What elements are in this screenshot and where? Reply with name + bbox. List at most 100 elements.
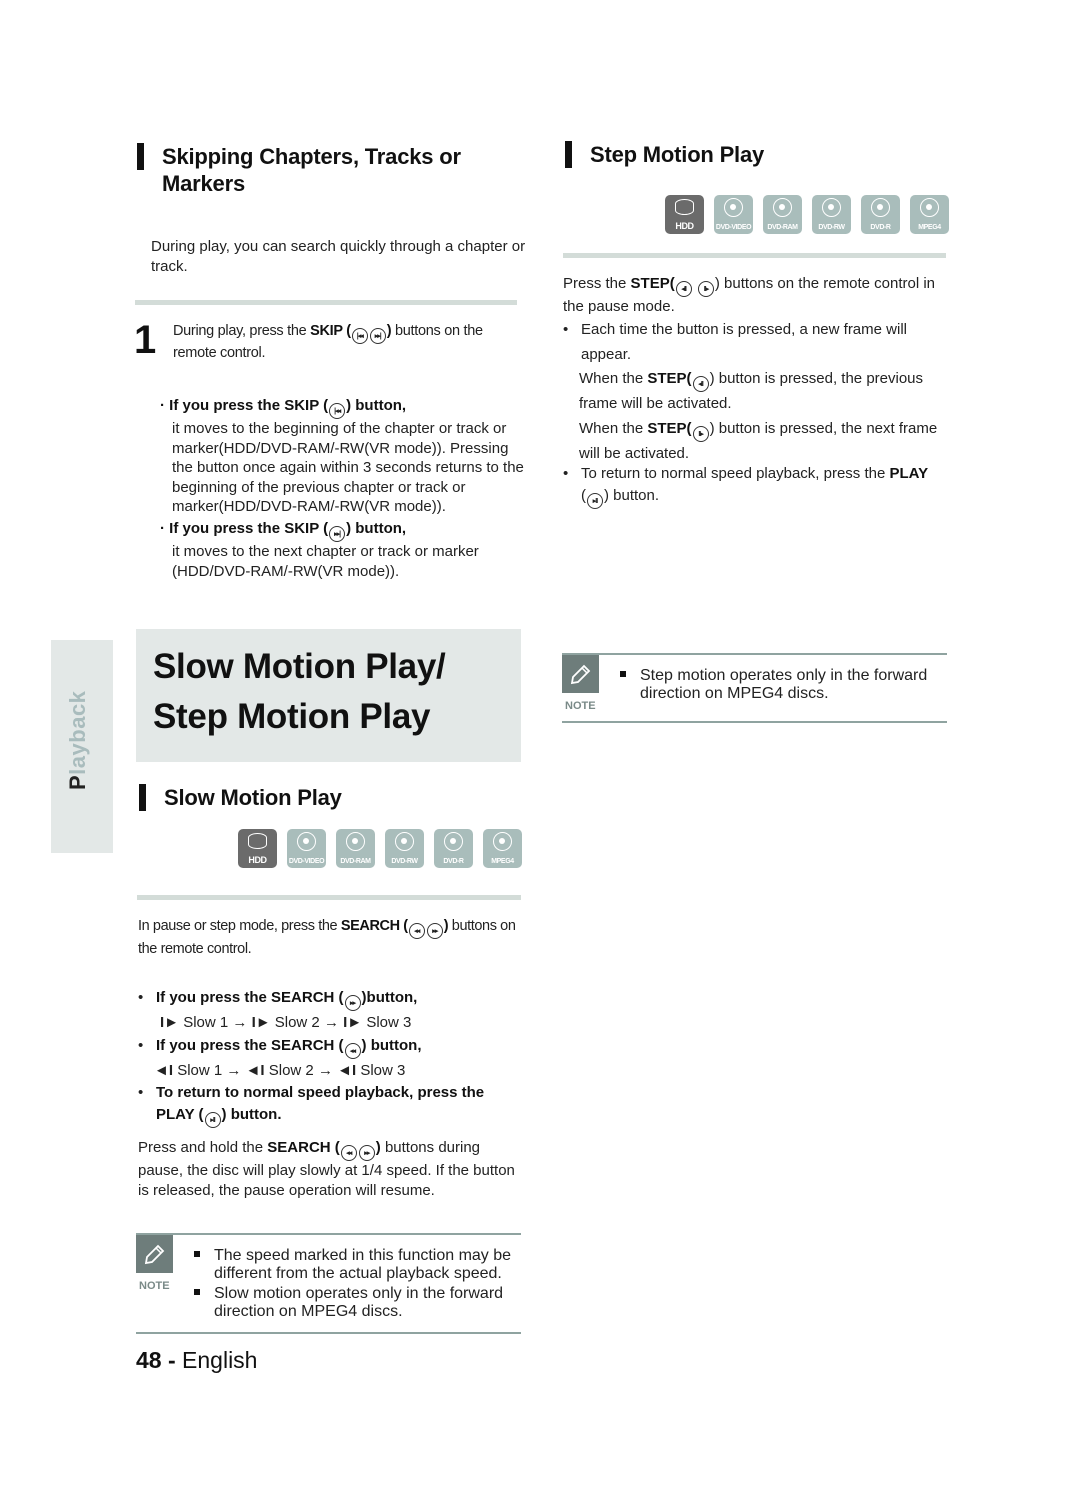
slow-section-header: Slow Motion Play	[139, 784, 342, 811]
bullet-dot: •	[563, 465, 569, 482]
note-item: Slow motion operates only in the forward…	[194, 1285, 534, 1321]
skip-bullet-1: · If you press the SKIP (|◂◂) button, it…	[160, 397, 524, 515]
slow-reverse-icon: ◄I	[154, 1062, 174, 1079]
disc-badge-label: DVD-RW	[818, 224, 845, 231]
bullet-dot: •	[563, 321, 569, 338]
search-forward-icon: ▸▸	[426, 923, 443, 939]
disc-badge-hdd: HDD	[665, 195, 704, 234]
slow-reverse-icon: ◄I	[245, 1062, 265, 1079]
skip-intro: During play, you can search quickly thro…	[151, 238, 526, 275]
step-back-icon: ◂II	[692, 376, 709, 392]
disc-badge-label: DVD-RAM	[340, 858, 371, 865]
note-item: The speed marked in this function may be…	[194, 1247, 534, 1283]
section-marker-bar	[137, 143, 144, 170]
side-tab-first-letter: P	[65, 774, 90, 790]
slow-forward-icon: I►	[160, 1014, 180, 1031]
search-back-icon: ◂◂	[340, 1145, 357, 1161]
disc-badge-label: HDD	[675, 221, 694, 231]
disc-badge-dvd-video: DVD-VIDEO	[714, 195, 753, 234]
slow-hold-text: Press and hold the SEARCH (◂◂ ▸▸) buttons…	[138, 1139, 515, 1199]
disc-icon	[871, 198, 890, 217]
step-intro: Press the STEP(◂II II▸) buttons on the r…	[563, 275, 936, 315]
skip-section-title: Skipping Chapters, Tracks or Markers	[162, 144, 461, 196]
divider	[137, 895, 521, 900]
disc-icon	[395, 832, 414, 851]
note-label: NOTE	[565, 700, 596, 712]
bullet-dot: ·	[160, 397, 170, 414]
disc-badge-label: MPEG4	[918, 224, 941, 231]
page-language: English	[182, 1347, 258, 1373]
play-pause-icon: ▸II	[204, 1112, 221, 1128]
disc-icon	[346, 832, 365, 851]
slow-forward-sequence: I► Slow 1 → I► Slow 2 → I► Slow 3	[160, 1014, 412, 1031]
disc-badge-label: DVD-R	[870, 224, 891, 231]
disc-icon	[920, 198, 939, 217]
disc-icon	[444, 832, 463, 851]
disc-icon	[822, 198, 841, 217]
disc-badge-dvd-video: DVD-VIDEO	[287, 829, 326, 868]
note-item: Step motion operates only in the forward…	[620, 667, 960, 703]
step-forward-icon: II▸	[697, 281, 714, 297]
disc-badge-dvd-ram: DVD-RAM	[336, 829, 375, 868]
skip-step-text: During play, press the SKIP (|◂◂ ▸▸|) but…	[173, 323, 483, 361]
skip-forward-icon: ▸▸|	[369, 328, 386, 344]
skip-section-header: Skipping Chapters, Tracks or Markers	[137, 143, 527, 197]
slow-bullet-reverse: • If you press the SEARCH (◂◂) button, ◄I…	[138, 1034, 523, 1083]
step-section-header: Step Motion Play	[565, 141, 764, 168]
bullet-square	[194, 1251, 200, 1257]
slow-reverse-icon: ◄I	[337, 1062, 357, 1079]
disc-badge-label: DVD-RAM	[767, 224, 798, 231]
search-back-icon: ◂◂	[408, 923, 425, 939]
step-back-icon: ◂II	[675, 281, 692, 297]
side-tab-label: layback	[65, 690, 90, 775]
disc-badge-label: HDD	[248, 855, 267, 865]
disc-badge-mpeg4: MPEG4	[483, 829, 522, 868]
step-number: 1	[134, 318, 157, 362]
disc-icon	[773, 198, 792, 217]
disc-badge-label: DVD-RW	[391, 858, 418, 865]
disc-badge-label: DVD-VIDEO	[288, 858, 325, 865]
disc-badge-dvd-r: DVD-R	[434, 829, 473, 868]
note-pencil-icon	[136, 1235, 173, 1273]
skip-bullet-2: · If you press the SKIP (▸▸|) button, it…	[160, 520, 479, 580]
bullet-dot: •	[138, 1084, 144, 1101]
slow-disc-types: HDD DVD-VIDEO DVD-RAM DVD-RW DVD-R MPEG4	[238, 829, 522, 868]
disc-badge-label: DVD-VIDEO	[715, 224, 752, 231]
bullet-square	[194, 1289, 200, 1295]
step-bullet-1: • Each time the button is pressed, a new …	[563, 318, 948, 466]
skip-forward-icon: ▸▸|	[329, 526, 346, 542]
hdd-icon	[248, 833, 267, 849]
disc-icon	[297, 832, 316, 851]
step-section-title: Step Motion Play	[590, 142, 765, 167]
step-bullet-2: • To return to normal speed playback, pre…	[563, 463, 948, 509]
slow-bullet-forward: • If you press the SEARCH (▸▸)button, I► …	[138, 986, 523, 1035]
disc-icon	[724, 198, 743, 217]
page-footer: 48 - English	[136, 1347, 257, 1374]
disc-badge-dvd-rw: DVD-RW	[385, 829, 424, 868]
search-forward-icon: ▸▸	[344, 995, 361, 1011]
search-forward-icon: ▸▸	[358, 1145, 375, 1161]
step-disc-types: HDD DVD-VIDEO DVD-RAM DVD-RW DVD-R MPEG4	[665, 195, 949, 234]
disc-badge-label: DVD-R	[443, 858, 464, 865]
slow-section-title: Slow Motion Play	[164, 785, 342, 810]
section-marker-bar	[565, 141, 572, 168]
slow-forward-icon: I►	[343, 1014, 363, 1031]
slow-note: NOTE The speed marked in this function m…	[136, 1233, 521, 1334]
divider	[135, 300, 517, 305]
section-marker-bar	[139, 784, 146, 811]
disc-badge-dvd-rw: DVD-RW	[812, 195, 851, 234]
disc-badge-dvd-ram: DVD-RAM	[763, 195, 802, 234]
bullet-dot: •	[138, 1037, 144, 1054]
step-forward-icon: II▸	[692, 425, 709, 442]
note-pencil-icon	[562, 655, 599, 693]
slow-intro: In pause or step mode, press the SEARCH …	[138, 918, 516, 957]
bullet-dot: ·	[160, 520, 170, 537]
slow-reverse-sequence: ◄I Slow 1 → ◄I Slow 2 → ◄I Slow 3	[154, 1062, 406, 1079]
page-number: 48 -	[136, 1347, 176, 1373]
skip-back-icon: |◂◂	[329, 403, 346, 419]
step-note: NOTE Step motion operates only in the fo…	[562, 653, 947, 723]
disc-icon	[493, 832, 512, 851]
disc-badge-mpeg4: MPEG4	[910, 195, 949, 234]
disc-badge-label: MPEG4	[491, 858, 514, 865]
skip-back-icon: |◂◂	[351, 328, 368, 344]
